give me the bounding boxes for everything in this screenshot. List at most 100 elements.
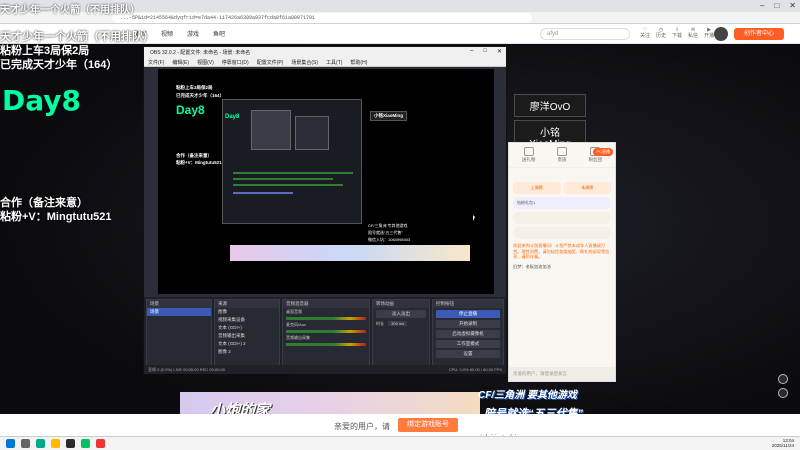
browser-icon[interactable] xyxy=(36,439,45,448)
duration-row: 时长 300 ms xyxy=(373,320,429,328)
chat-input[interactable]: 亲爱的用户，请登录后发言 xyxy=(509,367,615,381)
source-item[interactable]: 音频输出采集 xyxy=(215,332,279,340)
bottom-bar: 亲爱的用户，请 绑定游戏账号 xyxy=(0,414,800,436)
preview-ad-banner xyxy=(230,245,470,261)
preview-nested-window xyxy=(251,110,291,150)
overlay-line-partial: 天才少年一个火箭（不用排队） xyxy=(0,5,140,16)
close-icon[interactable]: ✕ xyxy=(789,1,796,10)
gift-row[interactable]: 钻粉礼包1 xyxy=(513,197,611,209)
duration-input[interactable]: 300 ms xyxy=(388,321,408,326)
window-controls: – □ ✕ xyxy=(760,1,796,10)
pc-live-badge: PC直播 xyxy=(593,148,613,156)
preview-meter-3 xyxy=(233,184,343,186)
rank-this-week[interactable]: 本周榜 xyxy=(563,182,611,194)
cursor-icon xyxy=(473,215,475,221)
controls-title: 控制按钮 xyxy=(433,300,503,308)
side-icons xyxy=(778,374,788,398)
message-icon[interactable]: ✉ 私信 xyxy=(688,27,698,39)
search-icon[interactable] xyxy=(21,439,30,448)
studio-mode-button[interactable]: 工作室模式 xyxy=(436,340,500,348)
day-counter: Day8 xyxy=(2,84,82,117)
transition-select[interactable]: 淡入淡出 xyxy=(376,310,426,318)
maximize-icon[interactable]: □ xyxy=(774,1,779,10)
creator-center-button[interactable]: 创作者中心 xyxy=(734,28,784,40)
start-recording-button[interactable]: 开始录制 xyxy=(436,320,500,328)
preview-mini-day: Day8 xyxy=(225,114,240,120)
broadcast-icon[interactable]: ▶ 开播 xyxy=(704,27,714,39)
mixer-title: 音频混音器 xyxy=(283,300,369,308)
share-icon[interactable] xyxy=(778,374,788,384)
system-clock[interactable]: 13:04 2025/11/24 xyxy=(772,438,794,448)
mixer-channel-label: 桌面音频 xyxy=(286,309,302,314)
settings-button[interactable]: 设置 xyxy=(436,350,500,358)
chat-message: 旧梦：老板加油加油 xyxy=(513,263,551,269)
rank-last-week[interactable]: 上周榜 xyxy=(513,182,561,194)
obs-maximize-icon[interactable]: □ xyxy=(483,48,487,55)
obs-window[interactable]: OBS 32.0.2 - 配置文件: 未命名 - 场景: 未命名 – □ ✕ 文… xyxy=(143,46,507,374)
source-item[interactable]: 图像 2 xyxy=(215,348,279,356)
nav-games[interactable]: 游戏 xyxy=(187,29,199,38)
tab-noble[interactable]: 贵族 xyxy=(556,147,567,163)
history-icon[interactable]: ◷ 历史 xyxy=(656,27,666,39)
screen: – □ ✕ ...-5P&id=2145564&dyqfrid=e7da44-1… xyxy=(0,0,800,450)
mixer-channel-label: 麦克风/Aux xyxy=(286,322,307,327)
menu-help[interactable]: 帮助(H) xyxy=(350,59,367,66)
more-icon[interactable] xyxy=(778,388,788,398)
preview-coop: 合作（备注来意） xyxy=(176,153,212,158)
minimize-icon[interactable]: – xyxy=(760,1,764,10)
follow-icon[interactable]: ♡ 关注 xyxy=(640,27,650,39)
menu-edit[interactable]: 编辑(E) xyxy=(172,59,189,66)
preview-day: Day8 xyxy=(176,103,205,117)
source-item[interactable]: 视频采集设备 xyxy=(215,316,279,324)
scene-item[interactable]: 场景 xyxy=(147,308,211,316)
source-item[interactable]: 图像 xyxy=(215,308,279,316)
preview-line2: 已完成天才少年（164） xyxy=(176,93,225,98)
status-left: 丢帧 0 (0.0%) LIVE 00:00:00 REC 00:00:00 xyxy=(148,367,225,372)
wechat-icon[interactable] xyxy=(81,439,90,448)
header-icons: ♡ 关注 ◷ 历史 ⇩ 下载 ✉ 私信 ▶ 开播 xyxy=(640,27,714,39)
folder-icon[interactable] xyxy=(51,439,60,448)
nav-video[interactable]: 视频 xyxy=(161,29,173,38)
nav-fishbar[interactable]: 鱼吧 xyxy=(213,29,225,38)
duration-label: 时长 xyxy=(376,321,384,326)
obs-icon[interactable] xyxy=(66,439,75,448)
app-icon[interactable] xyxy=(96,439,105,448)
sources-dock: 来源 图像 视频采集设备 文本 (GDI+) 音频输出采集 文本 (GDI+) … xyxy=(214,299,280,371)
preview-nested-window-2 xyxy=(295,116,329,150)
menu-profile[interactable]: 配置文件(P) xyxy=(257,59,284,66)
bind-account-button[interactable]: 绑定游戏账号 xyxy=(398,418,458,432)
start-icon[interactable] xyxy=(6,439,15,448)
tab-gift[interactable]: 送礼物 xyxy=(522,147,535,163)
obs-menu-bar: 文件(F) 编辑(E) 视图(V) 停靠窗口(D) 配置文件(P) 场景集合(S… xyxy=(144,58,506,67)
source-item[interactable]: 文本 (GDI+) xyxy=(215,324,279,332)
overlay-line3: 已完成天才少年（164） xyxy=(0,59,118,71)
stop-streaming-button[interactable]: 停止直播 xyxy=(436,310,500,318)
taskbar-icons xyxy=(6,439,105,448)
download-icon[interactable]: ⇩ 下载 xyxy=(672,27,682,39)
preview-meter-2 xyxy=(233,178,333,180)
volume-meter[interactable] xyxy=(286,317,366,320)
menu-tools[interactable]: 工具(T) xyxy=(326,59,342,66)
source-item[interactable]: 文本 (GDI+) 2 xyxy=(215,340,279,348)
volume-meter[interactable] xyxy=(286,330,366,333)
search-input[interactable]: afyd xyxy=(540,28,630,40)
volume-meter[interactable] xyxy=(286,343,366,346)
obs-close-icon[interactable]: ✕ xyxy=(497,48,502,55)
menu-docks[interactable]: 停靠窗口(D) xyxy=(222,59,249,66)
obs-title: OBS 32.0.2 - 配置文件: 未命名 - 场景: 未命名 xyxy=(150,50,251,56)
virtual-camera-button[interactable]: 启动虚拟摄像机 xyxy=(436,330,500,338)
ad-line1: CF/三角洲 要其他游戏 xyxy=(478,390,577,401)
avatar[interactable] xyxy=(714,27,728,41)
obs-preview[interactable]: 粘粉上车3局保2局 已完成天才少年（164） Day8 合作（备注来意） 粘粉+… xyxy=(158,69,494,294)
crown-icon xyxy=(556,147,567,156)
menu-scene-collection[interactable]: 场景集合(S) xyxy=(291,59,318,66)
menu-view[interactable]: 视图(V) xyxy=(197,59,214,66)
controls-dock: 控制按钮 停止直播 开始录制 启动虚拟摄像机 工作室模式 设置 xyxy=(432,299,504,371)
obs-title-bar: OBS 32.0.2 - 配置文件: 未命名 - 场景: 未命名 – □ ✕ xyxy=(144,47,506,58)
menu-file[interactable]: 文件(F) xyxy=(148,59,164,66)
obs-window-controls: – □ ✕ xyxy=(470,48,502,55)
obs-minimize-icon[interactable]: – xyxy=(470,48,473,55)
obs-docks: 场景 场景 来源 图像 视频采集设备 文本 (GDI+) 音频输出采集 文本 (… xyxy=(144,297,506,373)
preview-tag: 小铭XiaoMing xyxy=(370,111,407,121)
url-field[interactable]: ...-5P&id=2145564&dyqfrid=e7da44-117426a… xyxy=(112,13,532,23)
